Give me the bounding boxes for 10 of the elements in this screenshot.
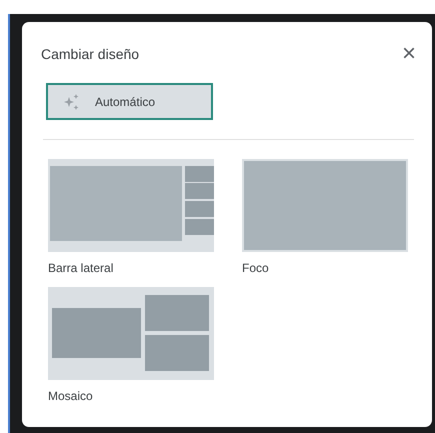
- layout-label: Mosaico: [48, 389, 93, 403]
- layout-label: Foco: [242, 261, 269, 275]
- layout-label: Barra lateral: [48, 261, 114, 275]
- sparkle-icon: [63, 94, 81, 110]
- layout-option[interactable]: Barra lateral: [48, 159, 214, 275]
- layout-option[interactable]: Foco: [242, 159, 408, 275]
- automatic-layout-option[interactable]: Automático: [46, 83, 213, 120]
- dialog-title: Cambiar diseño: [41, 46, 140, 62]
- layout-option[interactable]: Mosaico: [48, 287, 214, 403]
- close-button[interactable]: ×: [402, 46, 416, 62]
